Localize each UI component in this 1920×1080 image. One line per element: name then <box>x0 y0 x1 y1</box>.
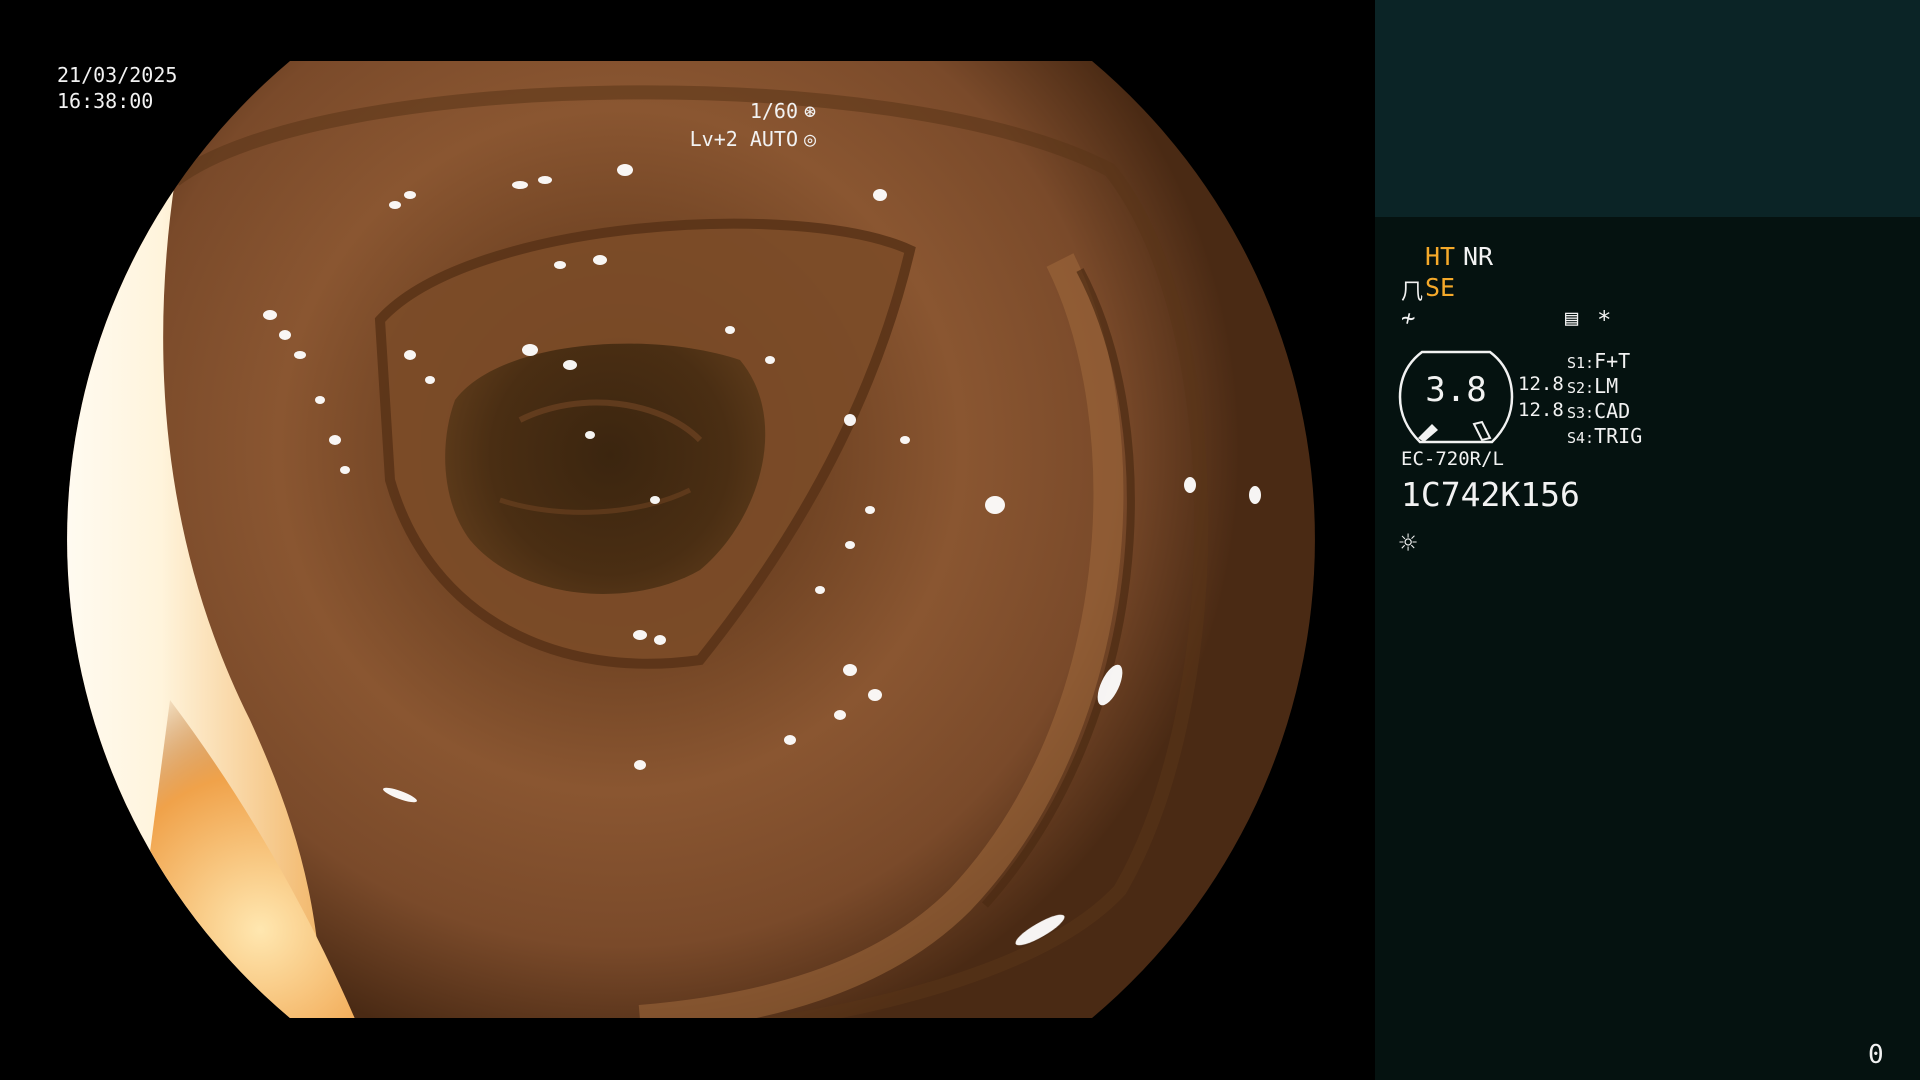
endoscope-image: 21/03/2025 16:38:00 1/60 ⊛ Lv+2 AUTO ◎ <box>0 0 1375 1080</box>
switch-value: TRIG <box>1594 424 1643 448</box>
shutter-speed: 1/60 <box>749 99 798 123</box>
switch-key: S4: <box>1567 429 1595 447</box>
date-display: 21/03/2025 <box>57 63 178 87</box>
endoscopy-monitor: 21/03/2025 16:38:00 1/60 ⊛ Lv+2 AUTO ◎ HT … <box>0 0 1920 1080</box>
switch-value: CAD <box>1594 399 1631 423</box>
scope-model: EC-720R/L <box>1401 448 1504 470</box>
switch-assignment-2: S2:LM <box>1567 374 1618 398</box>
iris-auto-icon: ◎ <box>803 127 817 151</box>
nr-indicator: NR <box>1463 242 1494 271</box>
info-panel: HT NR ⺇ SE ≁ ▤ * 3.8 12.8 12.8 S1:F+T S2… <box>1375 0 1920 1080</box>
scope-serial-number: 1C742K156 <box>1401 475 1580 514</box>
ht-indicator: HT <box>1425 242 1456 271</box>
shutter-icon: ⊛ <box>803 99 817 123</box>
light-source-icon: ☼ <box>1399 526 1418 561</box>
switch-assignment-1: S1:F+T <box>1567 349 1630 373</box>
star-icon: * <box>1597 306 1612 334</box>
freeze-icon: ≁ <box>1401 304 1416 332</box>
zoom-value: 3.8 <box>1425 370 1487 410</box>
switch-assignment-3: S3:CAD <box>1567 399 1630 423</box>
patient-info-area <box>1375 0 1920 217</box>
scale-value-2: 12.8 <box>1518 399 1564 421</box>
brightness-level: Lv+2 AUTO <box>689 127 798 151</box>
time-display: 16:38:00 <box>57 89 154 113</box>
switch-key: S3: <box>1567 404 1595 422</box>
colon-lumen-image <box>67 61 1315 1018</box>
frame-counter: 0 <box>1868 1040 1884 1070</box>
shutter-readout: 1/60 ⊛ <box>750 98 820 124</box>
memo-icon: ▤ <box>1565 306 1579 331</box>
switch-assignment-4: S4:TRIG <box>1567 424 1642 448</box>
switch-value: LM <box>1594 374 1619 398</box>
scope-tip-icon: ⺇ <box>1401 280 1424 305</box>
switch-key: S2: <box>1567 379 1595 397</box>
brightness-level-readout: Lv+2 AUTO ◎ <box>690 126 820 152</box>
switch-value: F+T <box>1594 349 1631 373</box>
scale-value-1: 12.8 <box>1518 373 1564 395</box>
switch-key: S1: <box>1567 354 1595 372</box>
se-indicator: SE <box>1425 273 1456 302</box>
